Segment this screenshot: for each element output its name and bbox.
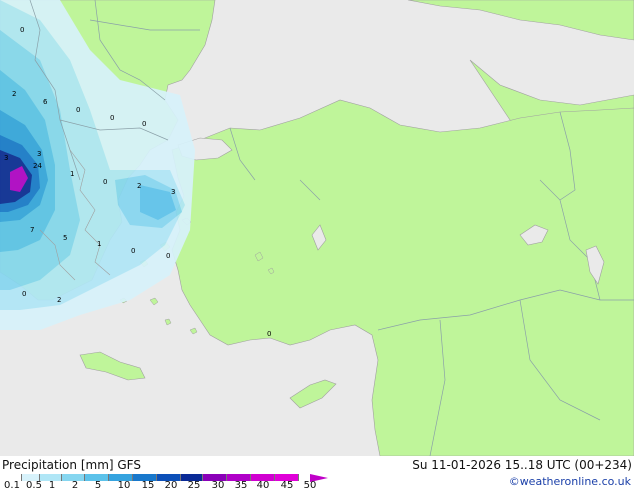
legend-tick-label: 45 <box>280 480 294 491</box>
value-label: 2 <box>57 296 61 304</box>
legend-tick-label: 10 <box>117 480 131 491</box>
legend-tick-label: 35 <box>234 480 248 491</box>
value-label: 0 <box>142 120 146 128</box>
value-label: 6 <box>43 98 48 106</box>
legend-tick-label: 5 <box>94 480 102 491</box>
value-label: 0 <box>166 252 170 260</box>
value-label: 2 <box>12 90 16 98</box>
forecast-datetime: Su 11-01-2026 15..18 UTC (00+234) <box>412 458 632 472</box>
value-label: 1 <box>70 170 74 178</box>
value-label: 0 <box>110 114 114 122</box>
value-label: 2 <box>137 182 141 190</box>
map-title: Precipitation [mm] GFS <box>2 458 141 472</box>
value-label: 0 <box>76 106 80 114</box>
value-label: 0 <box>267 330 271 338</box>
value-label: 24 <box>33 162 42 170</box>
precipitation-map[interactable]: 0 2 6 0 0 0 3 3 24 1 0 2 3 7 5 1 0 0 0 2… <box>0 0 634 457</box>
legend-tick-label: 50 <box>303 480 317 491</box>
legend-tick-label: 30 <box>211 480 225 491</box>
value-label: 0 <box>20 26 24 34</box>
legend-tick-label: 0.5 <box>26 480 42 491</box>
value-label: 0 <box>103 178 107 186</box>
value-label: 5 <box>63 234 67 242</box>
value-label: 0 <box>131 247 135 255</box>
value-label: 3 <box>4 154 8 162</box>
legend-tick-label: 20 <box>164 480 178 491</box>
value-label: 7 <box>30 226 34 234</box>
legend-tick-label: 40 <box>256 480 270 491</box>
legend-tick-label: 0.1 <box>4 480 20 491</box>
legend-tick-label: 1 <box>48 480 56 491</box>
value-label: 1 <box>97 240 101 248</box>
value-label: 3 <box>37 150 41 158</box>
legend-tick-label: 25 <box>187 480 201 491</box>
value-label: 0 <box>22 290 26 298</box>
legend-tick-label: 2 <box>71 480 79 491</box>
legend-tick-label: 15 <box>141 480 155 491</box>
value-label: 3 <box>171 188 175 196</box>
legend-ticks: 0.1 0.5 1 2 5 10 15 20 25 30 35 40 45 50 <box>0 480 634 492</box>
